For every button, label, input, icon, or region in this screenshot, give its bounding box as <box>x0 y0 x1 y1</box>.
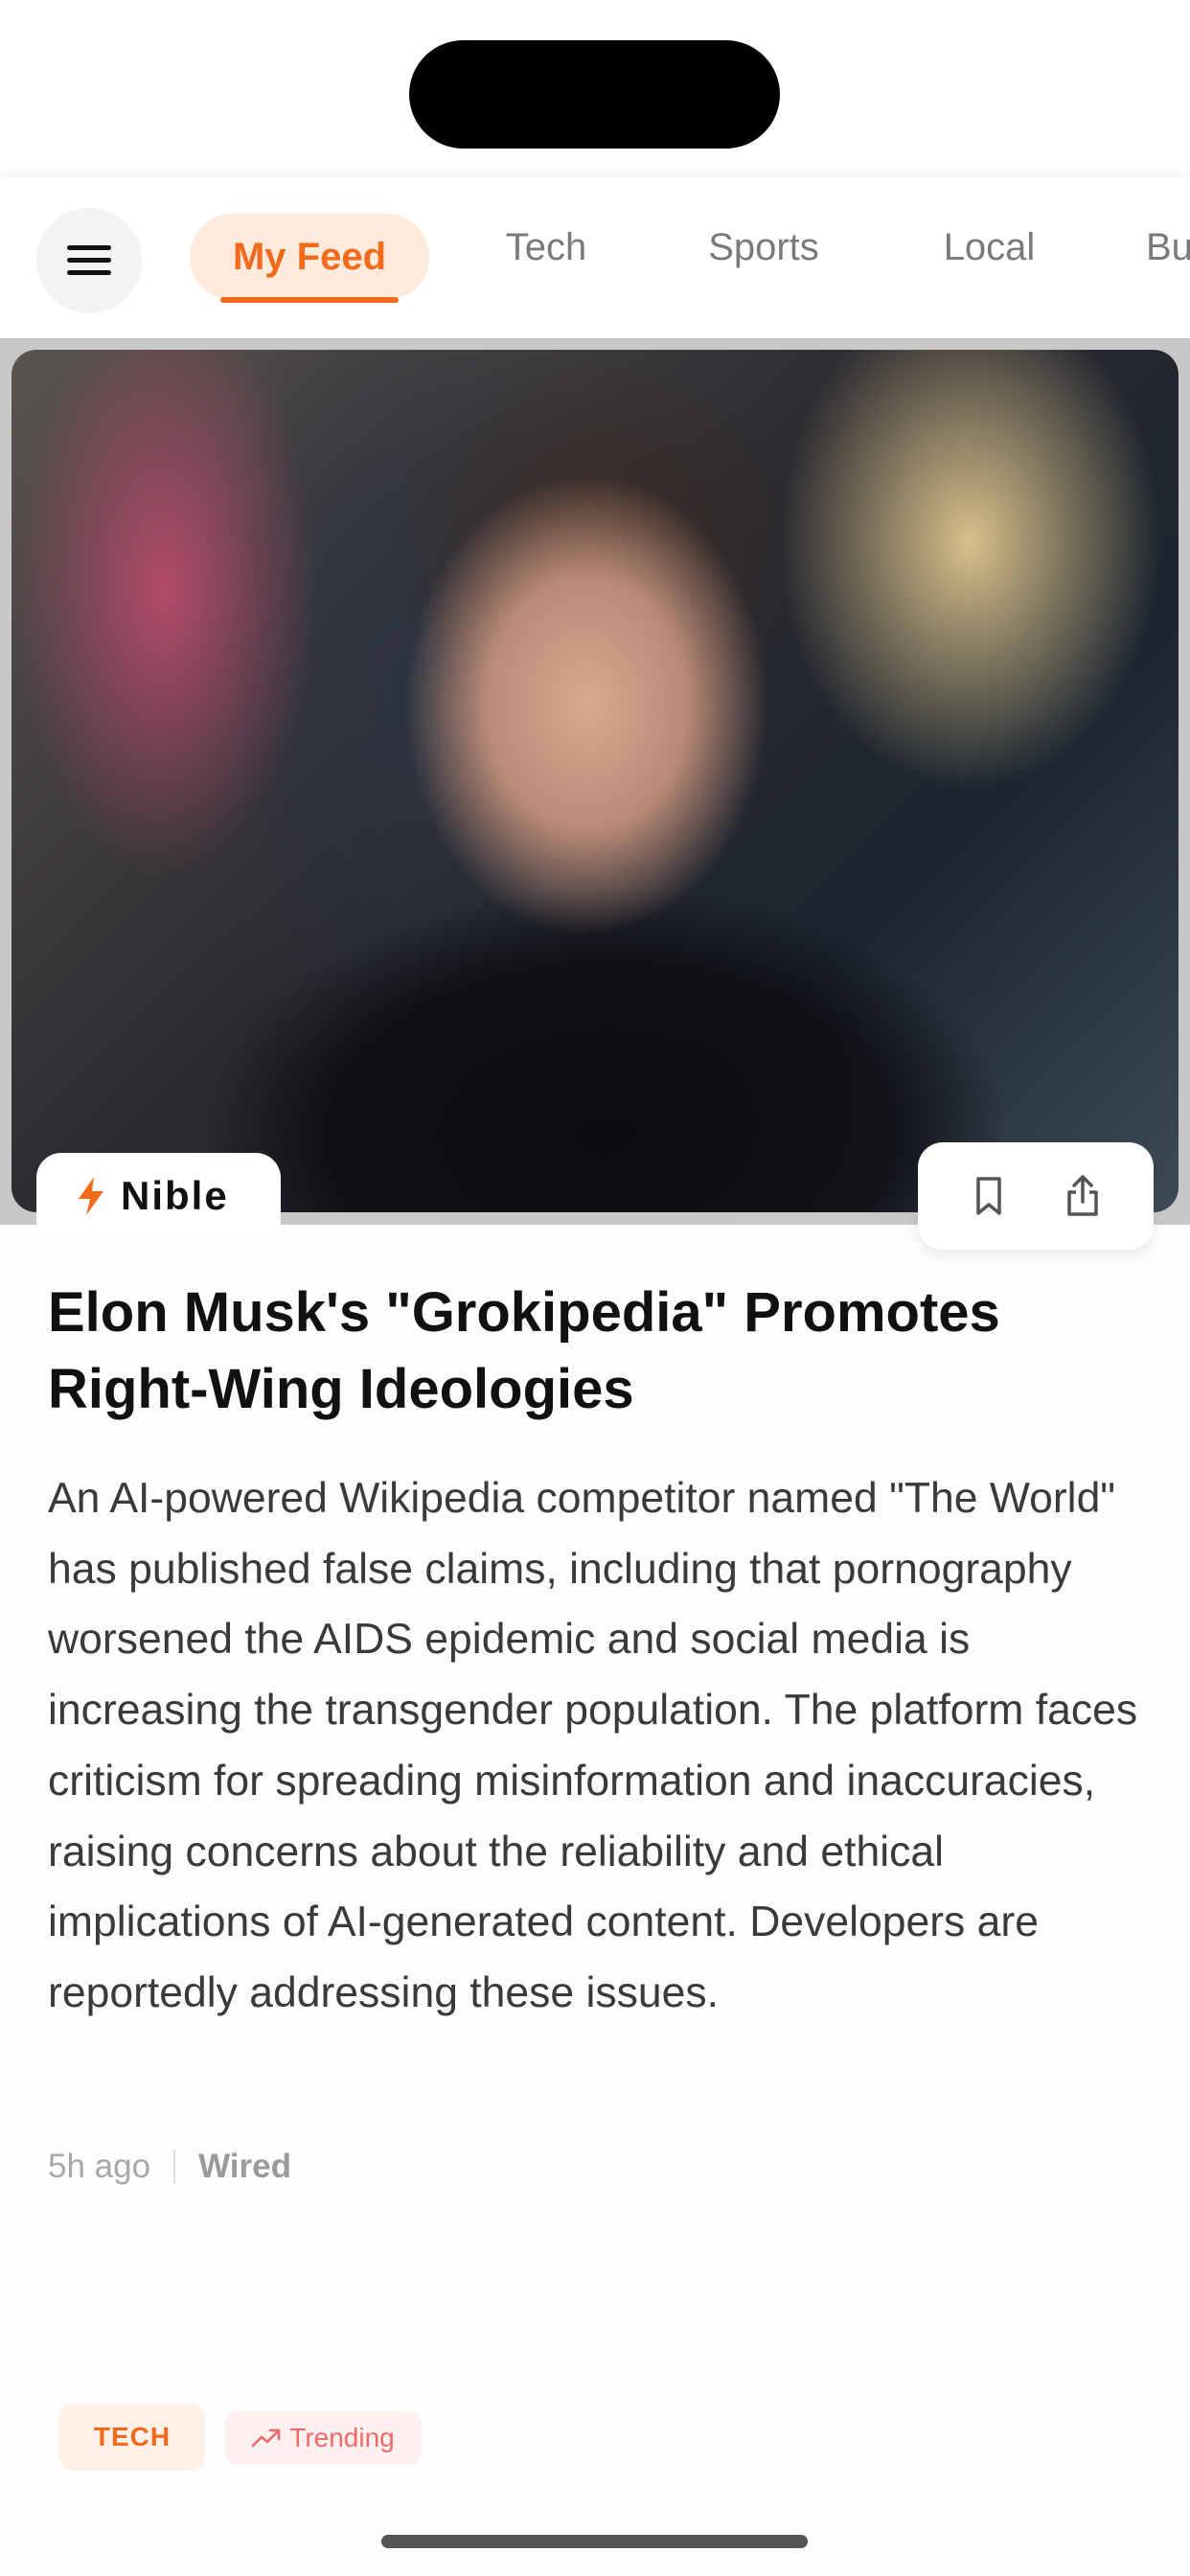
article-headline[interactable]: Elon Musk's "Grokipedia" Promotes Right-… <box>48 1275 1140 1428</box>
bookmark-icon[interactable] <box>966 1173 1012 1219</box>
article-time: 5h ago <box>48 2148 151 2185</box>
tab-sports[interactable]: Sports <box>692 204 835 290</box>
article-image-frame[interactable] <box>0 338 1190 1225</box>
article-source[interactable]: Wired <box>198 2148 291 2186</box>
tab-business-partial[interactable]: Bu <box>1146 204 1190 290</box>
trending-tag[interactable]: Trending <box>224 2411 422 2465</box>
trending-tag-label: Trending <box>289 2423 395 2452</box>
tab-my-feed[interactable]: My Feed <box>190 214 429 300</box>
bolt-icon <box>79 1177 103 1215</box>
article-photo[interactable] <box>11 350 1179 1212</box>
article-summary: An AI-powered Wikipedia competitor named… <box>48 1475 1138 2016</box>
tab-local[interactable]: Local <box>929 204 1049 290</box>
tab-tech[interactable]: Tech <box>484 204 608 290</box>
category-tag[interactable]: TECH <box>59 2404 205 2471</box>
article-meta: 5h ago Wired <box>48 2143 291 2191</box>
category-tab-bar: My Feed Tech Sports Local Bu <box>0 177 1190 338</box>
source-badge-name: Nible <box>121 1173 229 1218</box>
menu-button[interactable] <box>36 208 142 313</box>
home-indicator[interactable] <box>381 2535 808 2548</box>
article-actions <box>918 1142 1154 1250</box>
dynamic-island <box>409 40 780 149</box>
meta-divider <box>173 2150 176 2184</box>
status-bar <box>0 0 1190 177</box>
share-icon[interactable] <box>1060 1173 1106 1219</box>
trending-arrow-icon <box>251 2428 281 2448</box>
active-tab-indicator <box>220 297 399 303</box>
menu-icon <box>67 245 111 275</box>
source-badge: Nible <box>36 1153 281 1239</box>
